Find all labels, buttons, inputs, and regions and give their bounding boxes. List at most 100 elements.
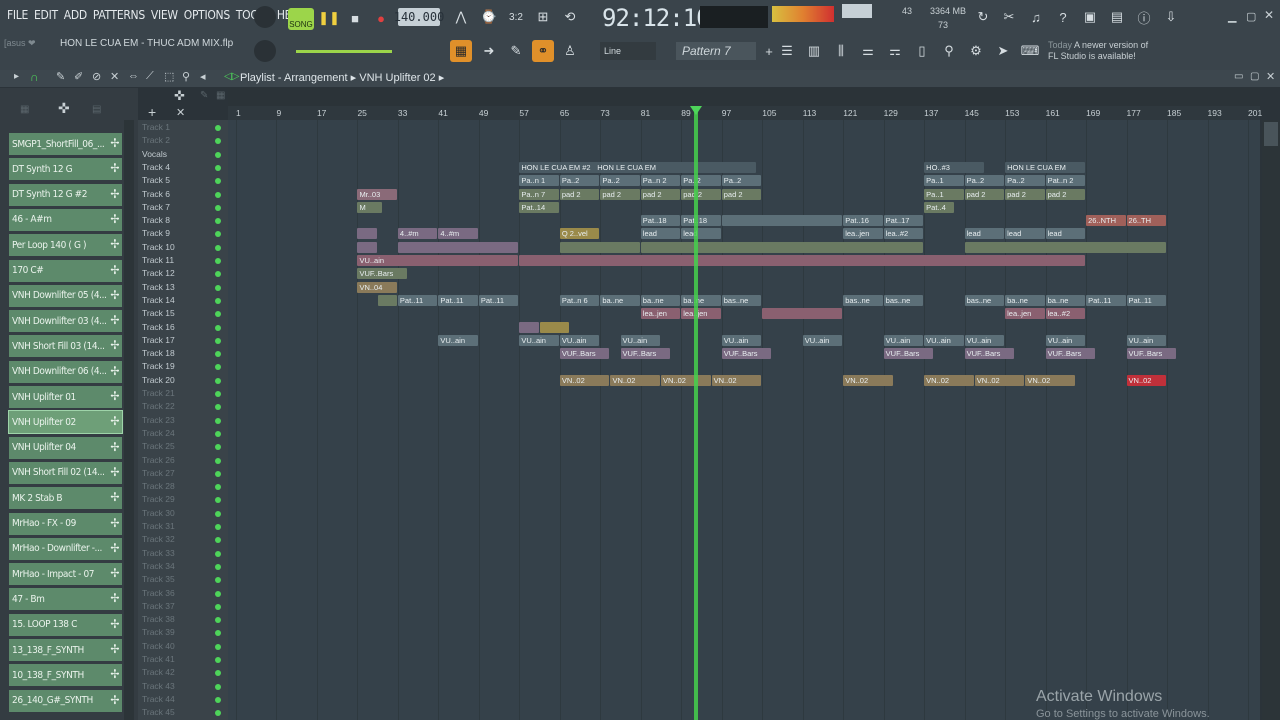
wait-record-icon[interactable]: ⌚ [478, 6, 500, 28]
pattern-clip[interactable]: VU..ain [559, 334, 600, 346]
track-enable-icon[interactable] [215, 630, 221, 637]
track-header[interactable]: Track 44 [138, 694, 228, 707]
slice-tool-icon[interactable]: ⟋ [146, 70, 154, 83]
pattern-clip[interactable]: VUF..Bars [883, 348, 934, 360]
track-enable-icon[interactable] [215, 617, 221, 624]
playlist-vertical-scrollbar[interactable] [1262, 120, 1280, 720]
browser-item[interactable]: DT Synth 12 G #2 ✢ [9, 183, 122, 206]
browser-icon[interactable]: ⚎ [884, 40, 906, 62]
browser-item[interactable]: VNH Uplifter 02 ✢ [8, 410, 123, 435]
pattern-clip[interactable]: bas..ne [883, 294, 924, 306]
track-enable-icon[interactable] [215, 364, 221, 371]
song-mode-toggle[interactable]: SONG [288, 8, 314, 30]
pattern-clip[interactable]: lead [1045, 228, 1086, 240]
track-header[interactable]: Track 37 [138, 601, 228, 614]
info-icon[interactable]: ⓘ [1133, 6, 1155, 28]
zoom-tool-icon[interactable]: ⚲ [182, 70, 190, 83]
pencil-icon[interactable]: ✎ [505, 40, 527, 62]
pattern-clip[interactable]: lead [964, 228, 1005, 240]
browser-item[interactable]: 15. LOOP 138 C ✢ [9, 613, 122, 636]
pattern-clip[interactable]: VUF..Bars [1126, 348, 1177, 360]
pattern-clip[interactable]: VUF..Bars [1045, 348, 1096, 360]
file-icon[interactable]: ▯ [911, 40, 933, 62]
pattern-clip[interactable] [397, 241, 519, 253]
render-icon[interactable]: ▤ [1106, 6, 1128, 28]
track-header[interactable]: Track 45 [138, 707, 228, 720]
pattern-clip[interactable]: Pat..14 [519, 201, 559, 213]
pattern-clip[interactable]: pad 2 [559, 188, 600, 200]
mute-tool-icon[interactable]: ✕ [110, 70, 119, 83]
drag-handle-icon[interactable]: ✢ [110, 642, 119, 656]
pattern-clip[interactable]: Pat..4 [924, 201, 954, 213]
track-enable-icon[interactable] [215, 297, 221, 304]
browser-item[interactable]: 170 C# ✢ [9, 259, 122, 282]
track-enable-icon[interactable] [215, 311, 221, 318]
browser-item[interactable]: VNH Downlifter 06 (4... ✢ [9, 360, 122, 383]
pattern-clip[interactable]: lea..jen [681, 308, 721, 320]
track-header[interactable]: Track 24 [138, 428, 228, 441]
track-header[interactable]: Track 31 [138, 521, 228, 534]
track-header[interactable]: Vocals [138, 149, 228, 162]
track-enable-icon[interactable] [215, 178, 221, 185]
track-enable-icon[interactable] [215, 696, 221, 703]
pattern-clip[interactable]: pad 2 [1045, 188, 1086, 200]
pattern-clip[interactable]: M [357, 201, 382, 213]
track-header[interactable]: Track 2 [138, 135, 228, 148]
channel-rack-icon[interactable]: ▥ [803, 40, 825, 62]
browser-item[interactable]: Per Loop 140 ( G ) ✢ [9, 234, 122, 257]
pattern-clip[interactable]: lea..jen [843, 228, 883, 240]
drag-handle-icon[interactable]: ✢ [110, 237, 119, 251]
window-close-icon[interactable]: ✕ [1266, 70, 1275, 83]
browser-item[interactable]: 13_138_F_SYNTH ✢ [9, 639, 122, 661]
pattern-clip[interactable]: Pat..17 [883, 215, 924, 227]
pattern-clip[interactable] [762, 308, 843, 320]
pattern-clip[interactable]: Pa..2 [559, 175, 600, 187]
pattern-clip[interactable] [964, 241, 1167, 253]
pattern-clip[interactable] [519, 255, 1086, 266]
stamp-icon[interactable]: ♙ [559, 40, 581, 62]
pattern-clip[interactable]: Pat..18 [681, 215, 721, 227]
track-enable-icon[interactable] [215, 537, 221, 544]
menu-arrow-icon[interactable]: ▸ [14, 71, 19, 82]
master-pitch-knob[interactable] [254, 40, 276, 62]
track-header[interactable]: Track 39 [138, 627, 228, 640]
browser-item[interactable]: VNH Uplifter 04 ✢ [9, 436, 122, 459]
song-position-time[interactable]: 92:12:10 [602, 4, 711, 32]
browser-item[interactable]: 47 - Bm ✢ [9, 588, 122, 611]
countdown-icon[interactable]: 3:2 [505, 6, 527, 28]
microphone-icon[interactable]: ♫ [1025, 6, 1047, 28]
tempo-display[interactable]: 140.000 [394, 8, 444, 26]
track-header[interactable]: Track 13 [138, 282, 228, 295]
master-volume-knob[interactable] [254, 6, 276, 28]
pattern-clip[interactable]: VU..ain [438, 334, 478, 346]
maximize-icon[interactable]: ▢ [1246, 10, 1256, 23]
pattern-clip[interactable]: Pat..18 [640, 215, 681, 227]
pattern-clip[interactable]: VN..02 [924, 374, 974, 386]
pattern-clip[interactable]: Pa..2 [681, 175, 721, 187]
drag-handle-icon[interactable]: ✢ [110, 617, 119, 631]
pattern-clip[interactable]: Pat..11 [1086, 294, 1126, 306]
track-enable-icon[interactable] [215, 231, 221, 238]
slip-tool-icon[interactable]: ⇔ [128, 70, 139, 82]
brush-tool-icon[interactable]: ✐ [74, 70, 83, 83]
track-enable-icon[interactable] [215, 643, 221, 650]
drag-handle-icon[interactable]: ✢ [110, 440, 119, 454]
track-header[interactable]: Track 23 [138, 415, 228, 428]
plugin-icon[interactable]: ⚌ [857, 40, 879, 62]
track-enable-icon[interactable] [215, 524, 221, 530]
track-enable-icon[interactable] [215, 603, 221, 610]
play-icon[interactable]: ❚❚ [318, 7, 340, 29]
menu-item-options[interactable]: OPTIONS [181, 8, 233, 22]
pattern-clip[interactable] [357, 241, 377, 253]
window-maximize-icon[interactable]: ▢ [1250, 71, 1259, 82]
pattern-clip[interactable]: Pa..n 2 [640, 175, 681, 187]
playlist-icon[interactable]: ☰ [776, 40, 798, 62]
drag-handle-icon[interactable]: ✢ [110, 389, 119, 403]
track-enable-icon[interactable] [215, 444, 221, 451]
browser-scrollbar[interactable] [124, 120, 134, 720]
track-enable-icon[interactable] [215, 670, 221, 677]
pattern-clip[interactable] [519, 321, 539, 333]
menu-item-patterns[interactable]: PATTERNS [90, 8, 148, 22]
loop-record-icon[interactable]: ⟲ [559, 6, 581, 28]
pattern-clip[interactable]: lea..jen [1005, 308, 1045, 320]
